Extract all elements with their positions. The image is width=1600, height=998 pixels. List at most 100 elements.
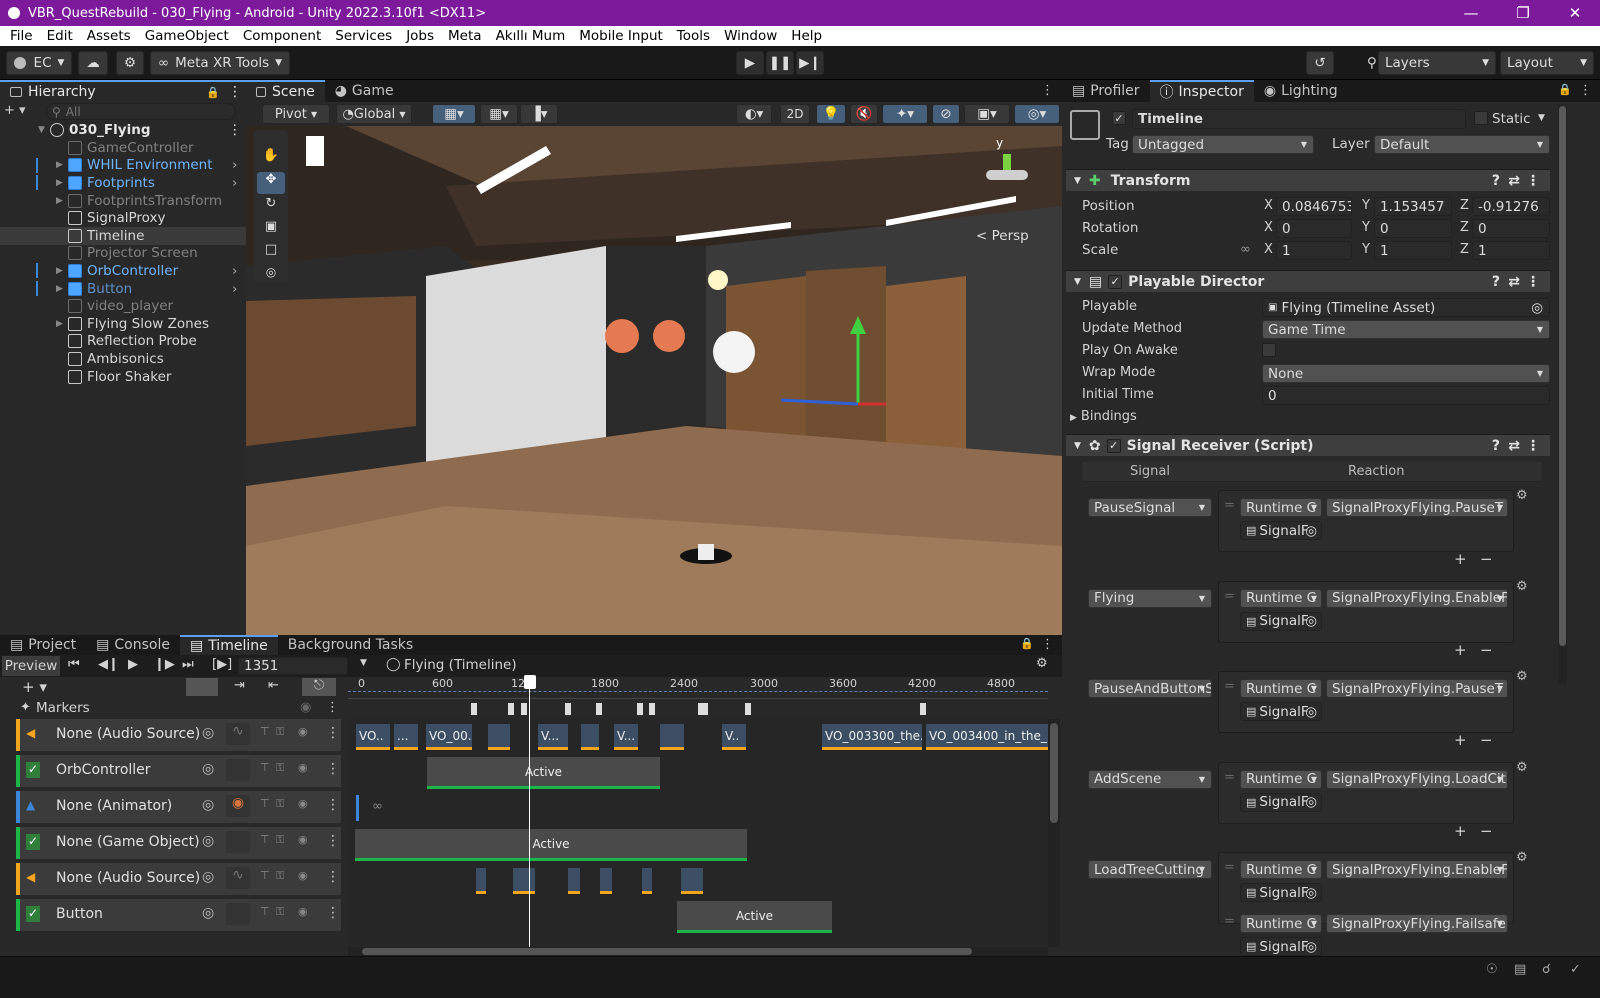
audio-clip[interactable] [476,868,486,894]
playable-field[interactable]: ▣ Flying (Timeline Asset) ◎ [1262,298,1550,317]
eye-icon[interactable]: ◉ [298,797,308,810]
time-ruler[interactable]: 0 600 12 1800 2400 3000 3600 4200 4800 [348,677,1048,699]
hierarchy-item[interactable]: ▶ WHIL Environment › [0,157,246,175]
cache-icon[interactable]: ▤ [1514,962,1526,977]
shading-dropdown[interactable]: ◐▾ [736,104,772,124]
fold-closed-icon[interactable]: ▶ [56,160,66,170]
hierarchy-item[interactable]: ▶ OrbController › [0,262,246,280]
activation-checkbox[interactable]: ✓ [26,762,40,778]
menu-gameobject[interactable]: GameObject [145,28,229,44]
grid-button[interactable]: ▦▾ [480,104,518,124]
rect-tool-icon[interactable]: □ [259,242,283,262]
play-button[interactable]: ▶ [736,51,764,75]
settings-gear-icon[interactable]: ⚙ [1516,669,1528,684]
hierarchy-search-input[interactable]: ⚲ All [46,103,236,120]
prev-frame-icon[interactable]: ◀❙ [98,657,119,672]
hierarchy-item[interactable]: ▶ FootprintsTransform [0,192,246,210]
more-icon[interactable]: ⋮ [1526,438,1540,454]
services-button[interactable]: ⚙ [116,51,144,75]
snap-icon[interactable]: ⇤ [268,678,279,693]
hierarchy-item[interactable]: Reflection Probe [0,333,246,351]
cloud-button[interactable]: ☁ [78,51,108,75]
hierarchy-item[interactable]: Projector Screen [0,245,246,263]
remove-listener-button[interactable]: − [1480,822,1493,840]
curves-icon[interactable]: ∿ [226,867,250,889]
function-dropdown[interactable]: SignalProxyFlying.LoadCit ▼ [1326,769,1508,789]
transform-header[interactable]: ▼ ✚ Transform ? ⇄ ⋮ [1066,169,1550,191]
hierarchy-item[interactable]: ▶ Button › [0,280,246,298]
close-icon[interactable]: ✕ [1552,0,1598,26]
add-listener-button[interactable]: + [1454,550,1467,568]
global-dropdown[interactable]: ◔ Global ▼ [336,104,412,124]
pin-icon[interactable]: ⊤ [260,869,270,882]
object-picker-icon[interactable]: ◎ [202,869,214,885]
transform-tool-icon[interactable]: ◎ [259,265,283,281]
horizontal-scrollbar[interactable] [348,947,1048,956]
more-icon[interactable]: ⋮ [326,833,340,849]
history-button[interactable]: ↺ [1306,51,1334,75]
settings-gear-icon[interactable]: ⚙ [1516,488,1528,503]
settings-gear-icon[interactable]: ⚙ [1516,760,1528,775]
more-icon[interactable]: ⋮ [326,725,340,741]
track-header[interactable]: ✓ None (Game Object) ◎ ⚿ ◉ ⊤ ⋮ [16,827,341,859]
lock-icon[interactable]: ⚿ [276,797,284,811]
signal-marker[interactable] [745,703,751,715]
signal-marker[interactable] [471,703,477,715]
play-on-awake-checkbox[interactable] [1262,343,1276,357]
signal-asset-dropdown[interactable]: PauseSignal ▼ [1088,498,1212,517]
menu-services[interactable]: Services [335,28,392,44]
drag-handle-icon[interactable]: = [1224,589,1235,604]
position-z-input[interactable]: -0.91276 [1472,197,1550,216]
track-header[interactable]: ✓ OrbController ◎ ⚿ ◉ ⊤ ⋮ [16,755,341,787]
more-icon[interactable]: ⋮ [1041,83,1054,98]
rotate-tool-icon[interactable]: ↻ [259,196,283,216]
runtime-mode-dropdown[interactable]: Runtime C ▼ [1240,914,1322,933]
menu-edit[interactable]: Edit [47,28,73,44]
menu-tools[interactable]: Tools [677,28,710,44]
menu-akilli-mum[interactable]: Akıllı Mum [496,28,566,44]
play-range-icon[interactable]: [▶] [212,657,232,672]
tab-game[interactable]: ◕ Game [325,80,404,102]
more-icon[interactable]: ⋮ [1041,637,1054,652]
gizmos-dropdown[interactable]: ◎▾ [1014,104,1060,124]
activation-checkbox[interactable]: ✓ [26,906,40,922]
object-picker-icon[interactable]: ◎ [1531,300,1543,316]
add-listener-button[interactable]: + [1454,822,1467,840]
layer-dropdown[interactable]: Default ▼ [1374,135,1550,154]
more-icon[interactable]: ⋮ [228,84,242,100]
signal-marker[interactable] [649,703,655,715]
more-icon[interactable]: ⋮ [1579,83,1592,98]
object-picker-icon[interactable]: ◎ [1305,523,1317,539]
eye-icon[interactable]: ◉ [300,700,311,715]
signal-receiver-header[interactable]: ▼ ✿ ✓ Signal Receiver (Script) ? ⇄ ⋮ [1066,434,1550,456]
scale-x-input[interactable]: 1 [1276,241,1352,260]
eye-icon[interactable]: ◉ [298,833,308,846]
audio-clip[interactable] [660,724,684,750]
tab-background-tasks[interactable]: Background Tasks [278,635,423,655]
help-icon[interactable]: ? [1492,173,1500,189]
audio-toggle[interactable]: 🔇 [850,104,878,124]
signal-asset-dropdown[interactable]: AddScene ▼ [1088,769,1212,789]
activation-clip[interactable]: Active [427,757,660,789]
next-frame-icon[interactable]: ❙▶ [154,657,175,672]
track-option-slot[interactable] [226,759,250,781]
animation-clip[interactable] [356,795,359,821]
object-picker-icon[interactable]: ◎ [202,761,214,777]
play-icon[interactable]: ▶ [128,657,138,672]
fold-closed-icon[interactable]: ▶ [56,178,66,188]
rotation-x-input[interactable]: 0 [1276,219,1352,238]
pause-button[interactable]: ❚❚ [766,51,794,75]
signal-asset-dropdown[interactable]: PauseAndButtonS ▼ [1088,679,1212,698]
lighting-toggle[interactable]: 💡 [816,104,846,124]
audio-clip[interactable] [581,724,599,750]
track-header[interactable]: ▲ None (Animator) ◎ ◉ ⚿ ◉ ⊤ ⋮ [16,791,341,823]
pin-icon[interactable]: ⊤ [260,905,270,918]
object-picker-icon[interactable]: ◎ [202,725,214,741]
chevron-down-icon[interactable]: ▼ [1538,113,1545,123]
fold-closed-icon[interactable]: ▶ [56,319,66,329]
scene-root[interactable]: ▼ 030_Flying ⋮ [0,121,246,139]
target-object-field[interactable]: ▤ SignalF ◎ [1240,702,1322,721]
camera-dropdown[interactable]: ▣▾ [964,104,1010,124]
lock-icon[interactable]: ⚿ [276,869,284,883]
tag-dropdown[interactable]: Untagged ▼ [1132,135,1314,154]
